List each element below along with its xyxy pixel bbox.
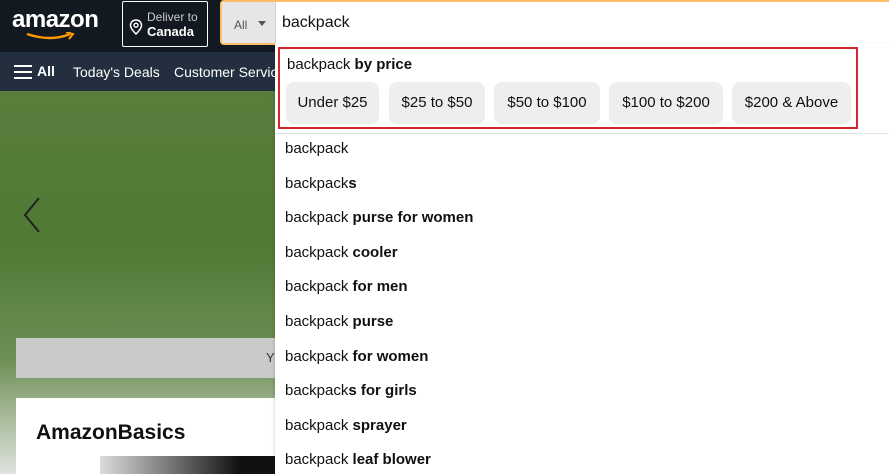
suggestion-item[interactable]: backpack cooler xyxy=(285,244,398,261)
search-bar: All xyxy=(220,0,889,45)
suggestion-prefix: backpack xyxy=(285,382,349,399)
suggestion-suffix: s xyxy=(348,175,357,192)
notice-bar xyxy=(16,338,286,378)
nav-customer-service[interactable]: Customer Servic xyxy=(174,64,277,80)
suggestion-suffix: for men xyxy=(348,278,408,295)
suggestion-suffix: sprayer xyxy=(348,417,407,434)
chevron-left-icon[interactable] xyxy=(22,196,42,234)
deliver-country: Canada xyxy=(147,24,194,39)
deliver-to-label: Deliver to xyxy=(147,10,198,24)
price-chip-under-25[interactable]: Under $25 xyxy=(286,82,379,124)
logo-smile-icon xyxy=(26,32,75,40)
search-category-dropdown[interactable]: All xyxy=(222,2,276,43)
nav-all-menu[interactable]: All xyxy=(37,63,55,79)
suggestion-prefix: backpack xyxy=(285,244,349,261)
suggestion-item[interactable]: backpack xyxy=(285,140,348,157)
suggestion-item[interactable]: backpack for women xyxy=(285,348,428,365)
suggestion-item[interactable]: backpack purse for women xyxy=(285,209,473,226)
price-chip-25-to-50[interactable]: $25 to $50 xyxy=(389,82,485,124)
suggestion-suffix: leaf blower xyxy=(348,451,431,468)
suggestion-item[interactable]: backpack for men xyxy=(285,278,408,295)
suggestion-prefix: backpack xyxy=(285,417,349,434)
amazon-logo[interactable]: amazon xyxy=(12,6,99,34)
suggestion-prefix: backpack xyxy=(285,451,349,468)
search-input[interactable] xyxy=(282,10,882,36)
suggestion-prefix: backpack xyxy=(285,348,349,365)
suggestion-prefix: backpack xyxy=(285,278,349,295)
suggestion-suffix: for women xyxy=(348,348,429,365)
nav-todays-deals[interactable]: Today's Deals xyxy=(73,64,160,80)
suggestion-item[interactable]: backpack leaf blower xyxy=(285,451,431,468)
suggestion-item[interactable]: backpack sprayer xyxy=(285,417,407,434)
notice-text: Y xyxy=(266,350,275,365)
product-card-title: AmazonBasics xyxy=(36,421,186,444)
shop-by-price-section: backpack by price Under $25 $25 to $50 $… xyxy=(278,47,858,129)
deliver-to-button[interactable]: Deliver to Canada xyxy=(122,1,208,47)
caret-down-icon xyxy=(258,21,266,26)
suggestion-suffix: s for girls xyxy=(348,382,417,399)
price-chip-50-to-100[interactable]: $50 to $100 xyxy=(494,82,600,124)
price-title-prefix: backpack xyxy=(287,56,351,73)
suggestion-suffix: purse xyxy=(348,313,394,330)
suggestion-item[interactable]: backpack purse xyxy=(285,313,393,330)
suggestion-item[interactable]: backpacks for girls xyxy=(285,382,417,399)
suggestion-suffix: purse for women xyxy=(348,209,474,226)
menu-icon[interactable] xyxy=(14,65,32,79)
price-title-suffix: by price xyxy=(354,56,413,73)
suggestion-suffix: cooler xyxy=(348,244,398,261)
suggestion-item[interactable]: backpacks xyxy=(285,175,357,192)
suggestion-prefix: backpack xyxy=(285,313,349,330)
product-card-image xyxy=(100,456,275,474)
search-suggestions-dropdown: backpack by price Under $25 $25 to $50 $… xyxy=(275,43,889,474)
suggestion-prefix: backpack xyxy=(285,175,349,192)
search-category-label: All xyxy=(234,18,248,32)
shop-by-price-title: backpack by price xyxy=(287,56,412,73)
dropdown-divider xyxy=(275,133,889,134)
suggestion-prefix: backpack xyxy=(285,209,349,226)
price-chip-100-to-200[interactable]: $100 to $200 xyxy=(609,82,723,124)
price-chip-200-above[interactable]: $200 & Above xyxy=(732,82,851,124)
suggestion-prefix: backpack xyxy=(285,140,349,157)
location-pin-icon xyxy=(129,19,143,35)
